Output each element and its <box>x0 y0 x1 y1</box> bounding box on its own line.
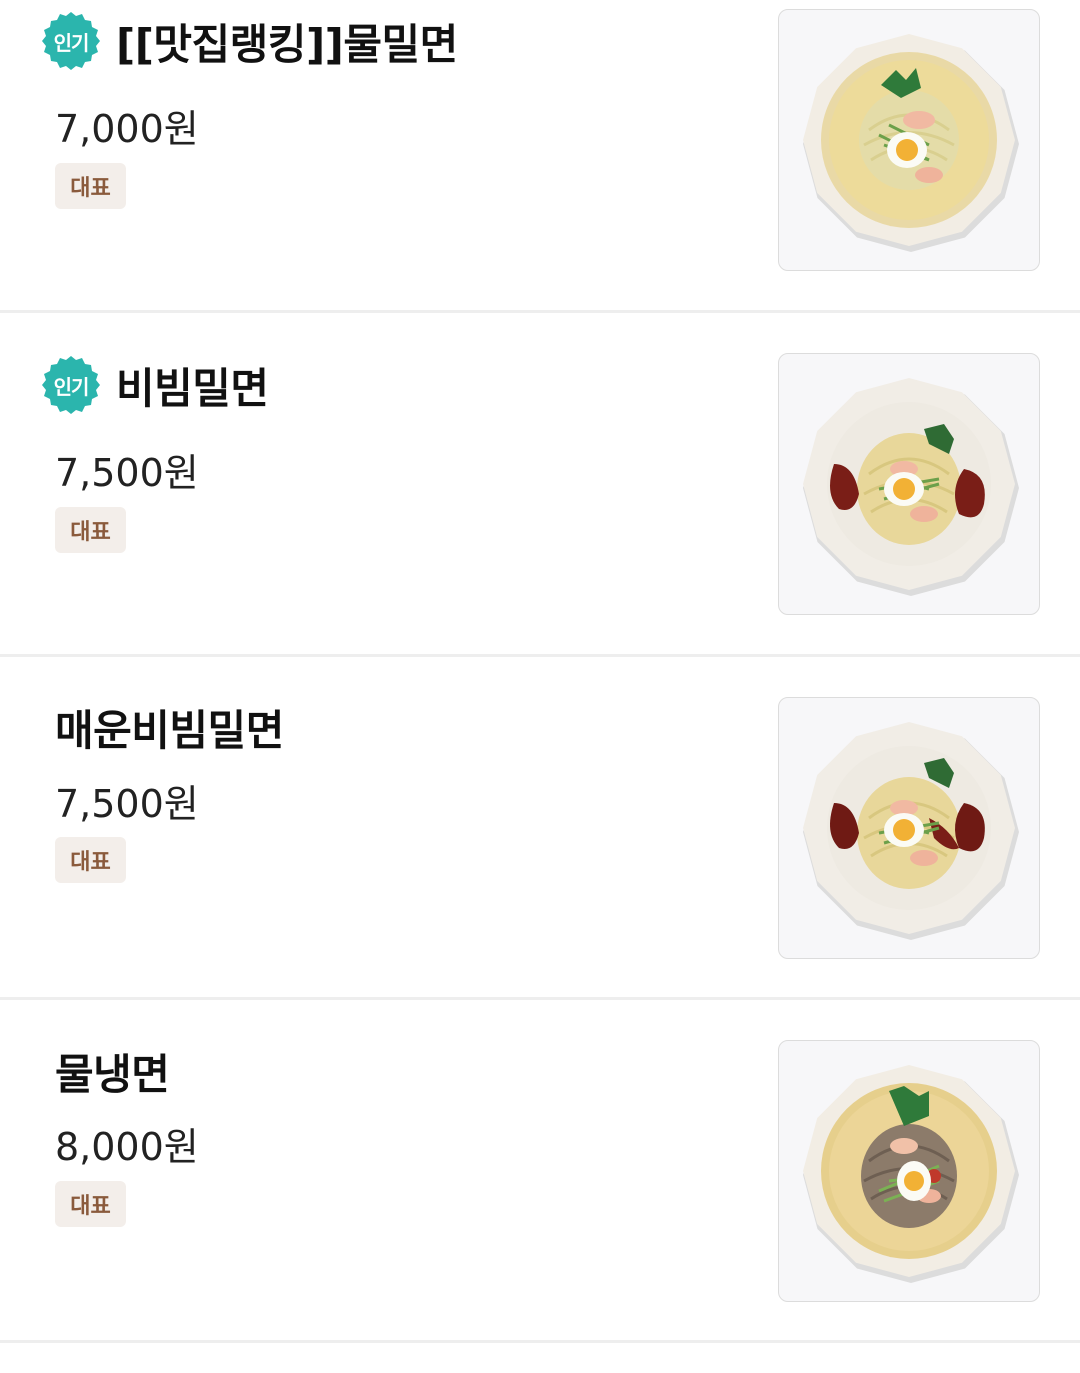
mul-naengmyeon-photo <box>803 1065 1019 1283</box>
bibim-milmyeon-photo <box>803 378 1019 596</box>
menu-item[interactable]: 매운비빔밀면 7,500원 대표 <box>0 657 1080 999</box>
popular-badge: 인기 <box>40 354 102 416</box>
menu-item-title-row: 물냉면 <box>55 1041 170 1102</box>
menu-item[interactable]: 인기 [[맛집랭킹]]물밀면 7,000원 대표 <box>0 0 1080 342</box>
menu-item[interactable]: 인기 비빔밀면 7,500원 대표 <box>0 313 1080 655</box>
menu-item-name: 비빔밀면 <box>116 363 269 413</box>
divider <box>0 1340 1080 1343</box>
menu-item-price: 7,500원 <box>55 782 199 826</box>
signature-tag: 대표 <box>55 1181 126 1227</box>
menu-item-image[interactable] <box>778 9 1040 271</box>
signature-tag: 대표 <box>55 507 126 553</box>
popular-badge-label: 인기 <box>53 374 90 399</box>
signature-tag: 대표 <box>55 163 126 209</box>
mul-milmyeon-photo <box>803 34 1019 252</box>
menu-item-name: 물냉면 <box>55 1050 170 1099</box>
menu-item-price: 8,000원 <box>55 1125 199 1169</box>
signature-tag: 대표 <box>55 837 126 883</box>
menu-item-title-row: 인기 비빔밀면 <box>40 354 269 416</box>
menu-item-image[interactable] <box>778 353 1040 615</box>
menu-item-title-row: 인기 [[맛집랭킹]]물밀면 <box>40 10 458 72</box>
menu-item-title-row: 매운비빔밀면 <box>55 697 284 758</box>
menu-item-name: 매운비빔밀면 <box>55 706 284 755</box>
menu-item[interactable]: 물냉면 8,000원 대표 <box>0 1000 1080 1342</box>
spicy-bibim-milmyeon-photo <box>803 722 1019 940</box>
menu-item-price: 7,500원 <box>55 451 199 495</box>
menu-item-name: [[맛집랭킹]]물밀면 <box>116 19 458 69</box>
menu-item-image[interactable] <box>778 1040 1040 1302</box>
popular-badge-label: 인기 <box>53 30 90 55</box>
popular-badge: 인기 <box>40 10 102 72</box>
menu-item-price: 7,000원 <box>55 107 199 151</box>
menu-item-image[interactable] <box>778 697 1040 959</box>
